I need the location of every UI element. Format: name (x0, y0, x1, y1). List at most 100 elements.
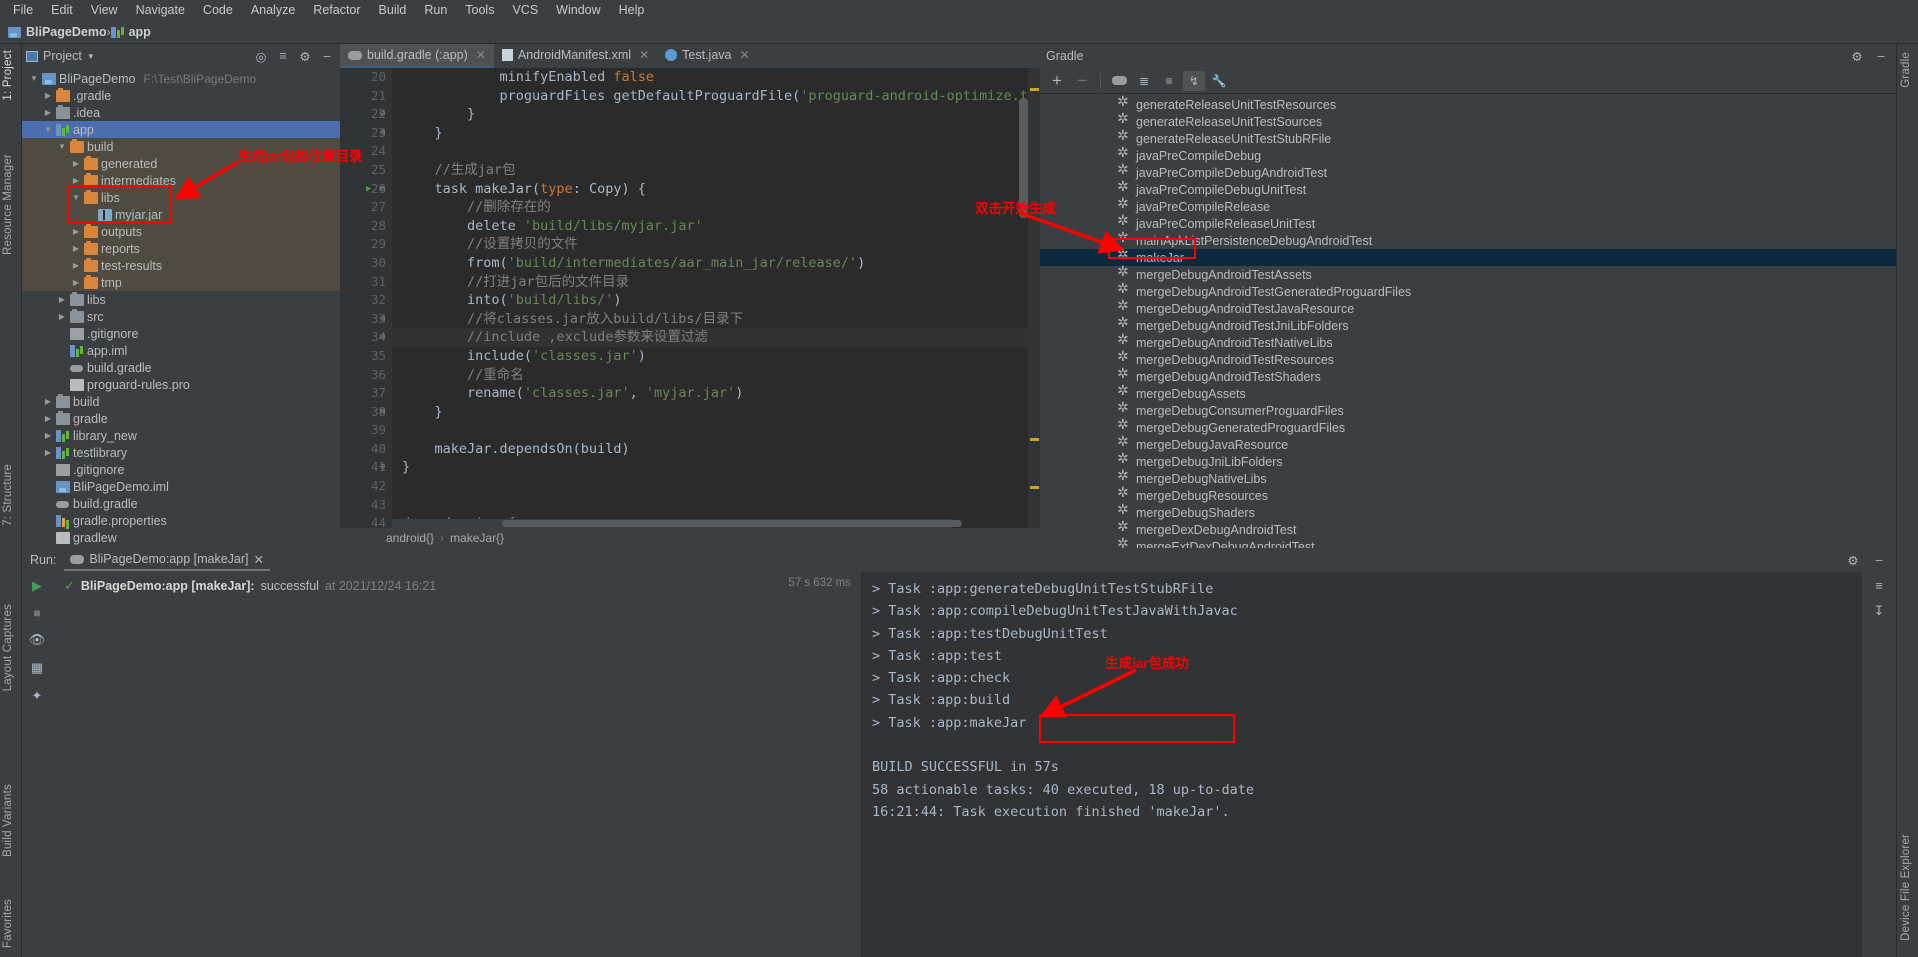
sidebar-item-build-variants[interactable]: Build Variants (2, 784, 14, 857)
project-tree-row[interactable]: library_new (22, 427, 340, 444)
code-fold-icon[interactable]: ⊖ (380, 403, 385, 422)
collapse-all-icon[interactable]: ≡ (274, 47, 292, 65)
editor-horizontal-scrollbar[interactable] (392, 519, 962, 528)
project-tree-row[interactable]: BliPageDemo.iml (22, 478, 340, 495)
code-line[interactable]: //生成jar包 (392, 161, 1040, 180)
project-tree-row[interactable]: build.gradle (22, 495, 340, 512)
code-line[interactable]: minifyEnabled false (392, 68, 1040, 87)
run-result-tree[interactable]: ✓ BliPageDemo:app [makeJar]: successful … (52, 572, 862, 957)
pin-icon[interactable]: ✦ (32, 688, 43, 704)
gradle-task-row[interactable]: javaPreCompileDebugAndroidTest (1040, 163, 1896, 181)
scroll-to-end-icon[interactable]: ↧ (1874, 603, 1885, 619)
code-line[interactable] (392, 496, 1040, 515)
project-tree-row[interactable]: libs (22, 291, 340, 308)
project-tree-row[interactable]: outputs (22, 223, 340, 240)
project-tree-row[interactable]: libs (22, 189, 340, 206)
editor-breadcrumb-android[interactable]: android{} (386, 531, 434, 545)
close-icon[interactable]: ✕ (739, 48, 749, 62)
code-line[interactable]: //设置拷贝的文件 (392, 235, 1040, 254)
gradle-task-row[interactable]: mergeDebugAndroidTestJavaResource (1040, 299, 1896, 317)
menu-item-view[interactable]: View (82, 0, 127, 21)
code-line[interactable]: } (392, 403, 1040, 422)
gradle-task-row[interactable]: javaPreCompileDebugUnitTest (1040, 180, 1896, 198)
code-line[interactable]: task makeJar(type: Copy) { (392, 180, 1040, 199)
sidebar-item-device-file-explorer[interactable]: Device File Explorer (1900, 834, 1912, 941)
code-line[interactable]: } (392, 124, 1040, 143)
gradle-task-row[interactable]: makeJar (1040, 248, 1896, 266)
project-tree-row[interactable]: proguard-rules.pro (22, 376, 340, 393)
editor-mark-bar[interactable] (1028, 68, 1040, 528)
breadcrumb-module[interactable]: app (110, 25, 151, 39)
project-tree-row[interactable]: build.gradle (22, 359, 340, 376)
chevron-right-icon[interactable] (70, 244, 82, 253)
gradle-task-row[interactable]: mergeDebugShaders (1040, 503, 1896, 521)
gradle-task-row[interactable]: javaPreCompileRelease (1040, 197, 1896, 215)
project-tree-row[interactable]: gradlew (22, 529, 340, 546)
sidebar-item-layout-captures[interactable]: Layout Captures (2, 604, 14, 691)
project-tree-row[interactable]: src (22, 308, 340, 325)
code-line[interactable]: } (392, 105, 1040, 124)
gradle-task-row[interactable]: mergeDebugResources (1040, 486, 1896, 504)
code-fold-icon[interactable]: ⊖ (380, 458, 385, 477)
code-line[interactable]: delete 'build/libs/myjar.jar' (392, 217, 1040, 236)
hide-panel-icon[interactable]: – (1870, 551, 1888, 569)
build-tool-settings-icon[interactable]: 🔧 (1208, 71, 1230, 91)
chevron-down-icon[interactable] (70, 193, 82, 202)
gradle-task-row[interactable]: mergeDebugJavaResource (1040, 435, 1896, 453)
gradle-task-row[interactable]: javaPreCompileDebug (1040, 146, 1896, 164)
project-tree-row[interactable]: gradle.properties (22, 512, 340, 529)
code-line[interactable]: proguardFiles getDefaultProguardFile('pr… (392, 87, 1040, 106)
code-line[interactable]: from('build/intermediates/aar_main_jar/r… (392, 254, 1040, 273)
project-tree-row[interactable]: app.iml (22, 342, 340, 359)
gradle-task-row[interactable]: mergeDebugJniLibFolders (1040, 452, 1896, 470)
code-line[interactable]: //include ,exclude参数来设置过滤 (392, 328, 1040, 347)
project-tree-row[interactable]: .gitignore (22, 461, 340, 478)
chevron-down-icon[interactable] (28, 74, 40, 83)
hide-panel-icon[interactable]: – (1872, 47, 1890, 65)
sidebar-item-favorites[interactable]: Favorites (2, 899, 14, 948)
menu-item-run[interactable]: Run (415, 0, 456, 21)
menu-item-analyze[interactable]: Analyze (242, 0, 304, 21)
settings-gear-icon[interactable]: ⚙ (1844, 551, 1862, 569)
run-gutter-icon[interactable]: ▶ (366, 180, 371, 199)
code-line[interactable]: include('classes.jar') (392, 347, 1040, 366)
code-line[interactable]: //重命名 (392, 366, 1040, 385)
expand-all-icon[interactable]: ≣ (1133, 71, 1155, 91)
project-tree-row[interactable]: BliPageDemo F:\Test\BliPageDemo (22, 70, 340, 87)
chevron-right-icon[interactable] (56, 312, 68, 321)
close-icon[interactable]: ✕ (254, 552, 264, 567)
gradle-task-row[interactable]: mergeDebugNativeLibs (1040, 469, 1896, 487)
menu-item-edit[interactable]: Edit (42, 0, 82, 21)
project-tree-row[interactable]: gradle (22, 410, 340, 427)
gradle-task-row[interactable]: generateReleaseUnitTestSources (1040, 112, 1896, 130)
breadcrumb-project[interactable]: BliPageDemo (8, 25, 107, 39)
collapse-all-icon[interactable]: ≡ (1158, 71, 1180, 91)
chevron-right-icon[interactable] (70, 159, 82, 168)
gradle-task-row[interactable]: mergeDebugAndroidTestGeneratedProguardFi… (1040, 282, 1896, 300)
sidebar-item-project[interactable]: 1: Project (2, 50, 14, 101)
menu-item-tools[interactable]: Tools (456, 0, 503, 21)
chevron-right-icon[interactable] (42, 448, 54, 457)
menu-item-build[interactable]: Build (370, 0, 416, 21)
menu-item-navigate[interactable]: Navigate (127, 0, 194, 21)
project-tree-row[interactable]: reports (22, 240, 340, 257)
menu-item-file[interactable]: File (4, 0, 42, 21)
gradle-task-row[interactable]: javaPreCompileReleaseUnitTest (1040, 214, 1896, 232)
rerun-button[interactable]: ▶ (32, 578, 42, 594)
gradle-task-row[interactable]: mergeDebugConsumerProguardFiles (1040, 401, 1896, 419)
code-line[interactable]: //删除存在的 (392, 198, 1040, 217)
sidebar-item-structure[interactable]: 7: Structure (2, 464, 14, 526)
code-fold-icon[interactable]: ⊖ (380, 310, 385, 329)
chevron-right-icon[interactable] (42, 91, 54, 100)
settings-gear-icon[interactable]: ⚙ (296, 47, 314, 65)
code-line[interactable]: rename('classes.jar', 'myjar.jar') (392, 384, 1040, 403)
gradle-task-row[interactable]: mergeDebugAndroidTestJniLibFolders (1040, 316, 1896, 334)
code-line[interactable]: makeJar.dependsOn(build) (392, 440, 1040, 459)
chevron-down-icon[interactable] (42, 125, 54, 134)
run-result-row[interactable]: ✓ BliPageDemo:app [makeJar]: successful … (52, 576, 861, 596)
menu-item-help[interactable]: Help (610, 0, 654, 21)
gradle-task-row[interactable]: mainApkListPersistenceDebugAndroidTest (1040, 231, 1896, 249)
gradle-task-row[interactable]: mergeDebugAndroidTestShaders (1040, 367, 1896, 385)
project-tree-row[interactable]: build (22, 393, 340, 410)
code-fold-icon[interactable]: ⊖ (380, 180, 385, 199)
